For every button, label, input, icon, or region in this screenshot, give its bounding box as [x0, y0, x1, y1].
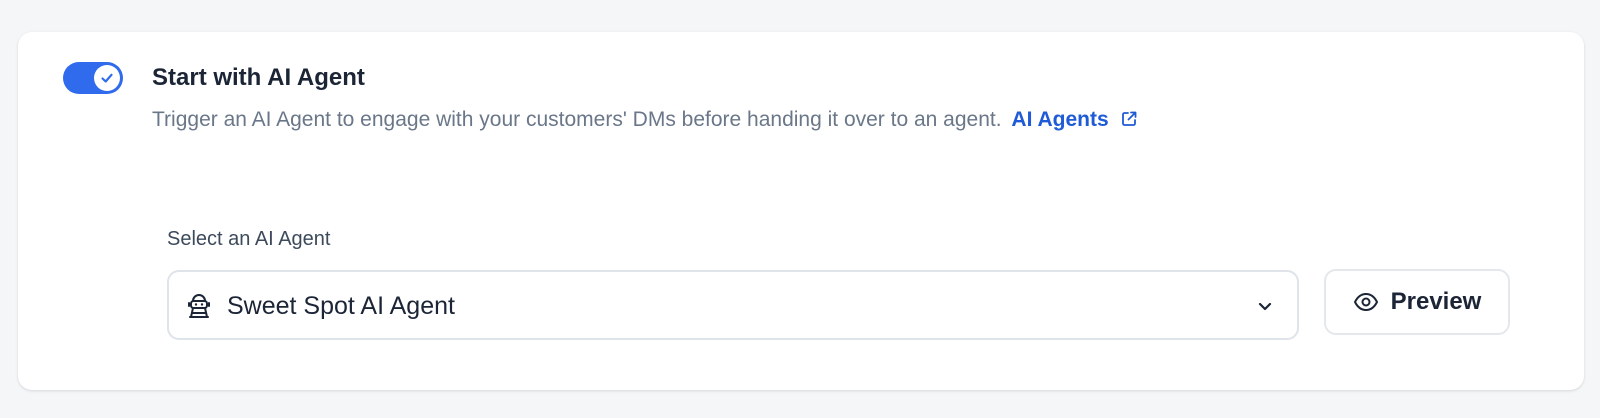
description-text: Trigger an AI Agent to engage with your …: [152, 108, 1002, 131]
external-link-icon: [1121, 111, 1137, 126]
eye-icon: [1353, 293, 1378, 311]
ai-agent-settings-card: Start with AI Agent Trigger an AI Agent …: [18, 32, 1584, 390]
ai-agents-link-label: AI Agents: [1011, 108, 1109, 131]
chevron-down-icon: [1258, 302, 1272, 311]
ai-agent-icon: [188, 294, 210, 318]
section-title: Start with AI Agent: [152, 64, 365, 91]
agent-select-dropdown[interactable]: Sweet Spot AI Agent: [167, 270, 1299, 340]
check-icon: [101, 73, 113, 83]
start-with-ai-agent-toggle[interactable]: [63, 62, 123, 94]
ai-agents-link[interactable]: AI Agents: [1011, 108, 1138, 131]
preview-button-label: Preview: [1390, 288, 1482, 315]
toggle-knob: [94, 65, 120, 91]
agent-select-label: Select an AI Agent: [167, 228, 331, 250]
section-description: Trigger an AI Agent to engage with your …: [152, 106, 1139, 134]
preview-button[interactable]: Preview: [1324, 269, 1510, 335]
selected-agent-value: Sweet Spot AI Agent: [227, 292, 455, 320]
